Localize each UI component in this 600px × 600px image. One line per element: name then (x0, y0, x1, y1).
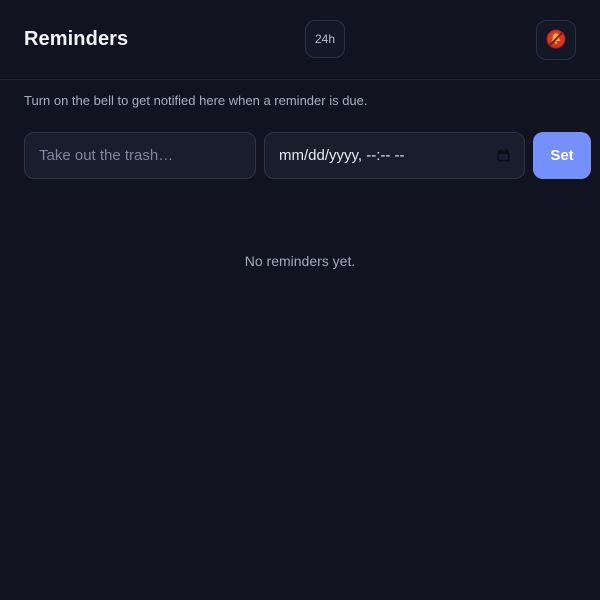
empty-state-message: No reminders yet. (244, 253, 356, 269)
header: Reminders 24h (0, 0, 600, 80)
reminders-app: Reminders 24h Turn on the bell to get no… (0, 0, 600, 600)
bell-off-icon (546, 29, 566, 52)
notification-hint: Turn on the bell to get notified here wh… (24, 93, 368, 108)
reminder-text-input[interactable] (24, 132, 256, 179)
datetime-value: mm/dd/yyyy, --:-- -- (279, 147, 405, 164)
set-reminder-button[interactable]: Set (533, 132, 591, 179)
reminder-form: mm/dd/yyyy, --:-- -- Set (24, 132, 592, 179)
page-title: Reminders (24, 28, 129, 50)
time-format-toggle-button[interactable]: 24h (305, 20, 345, 58)
calendar-icon[interactable] (496, 149, 510, 163)
notifications-toggle-button[interactable] (536, 20, 576, 60)
reminder-datetime-input[interactable]: mm/dd/yyyy, --:-- -- (264, 132, 525, 179)
